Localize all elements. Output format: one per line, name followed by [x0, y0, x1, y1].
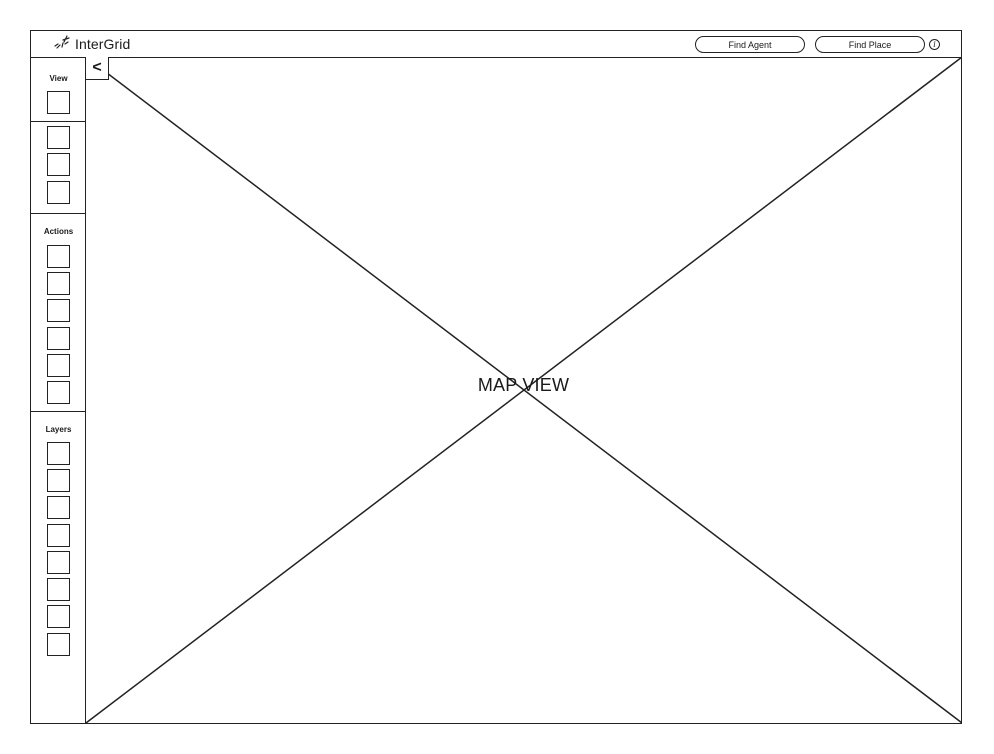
- app-window: InterGrid Find Agent Find Place i View A…: [30, 30, 962, 724]
- layer-button-5[interactable]: [47, 551, 70, 574]
- app-title: InterGrid: [75, 36, 131, 52]
- layer-button-2[interactable]: [47, 469, 70, 492]
- action-button-4[interactable]: [47, 327, 70, 350]
- action-button-6[interactable]: [47, 381, 70, 404]
- view-button-1[interactable]: [47, 91, 70, 114]
- find-place-button[interactable]: Find Place: [815, 36, 925, 53]
- sidebar: View Actions Layers: [31, 57, 86, 723]
- chevron-left-icon[interactable]: <: [86, 57, 109, 80]
- find-agent-button[interactable]: Find Agent: [695, 36, 805, 53]
- layer-button-6[interactable]: [47, 578, 70, 601]
- action-button-1[interactable]: [47, 245, 70, 268]
- section-label-layers: Layers: [45, 425, 72, 434]
- section-label-view: View: [49, 74, 68, 83]
- brand: InterGrid: [53, 34, 130, 54]
- section-divider: [31, 121, 86, 122]
- layer-button-3[interactable]: [47, 496, 70, 519]
- map-view[interactable]: MAP VIEW: [86, 57, 961, 723]
- section-divider: [31, 213, 86, 214]
- tool-button-2[interactable]: [47, 153, 70, 176]
- action-button-5[interactable]: [47, 354, 70, 377]
- action-button-3[interactable]: [47, 299, 70, 322]
- layer-button-7[interactable]: [47, 605, 70, 628]
- section-divider: [31, 411, 86, 412]
- sparkle-logo-icon: [53, 34, 71, 55]
- top-bar: InterGrid Find Agent Find Place i: [31, 31, 961, 58]
- layer-button-1[interactable]: [47, 442, 70, 465]
- action-button-2[interactable]: [47, 272, 70, 295]
- map-placeholder-label: MAP VIEW: [477, 375, 570, 395]
- info-icon[interactable]: i: [929, 39, 940, 50]
- tool-button-1[interactable]: [47, 126, 70, 149]
- layer-button-8[interactable]: [47, 633, 70, 656]
- layer-button-4[interactable]: [47, 524, 70, 547]
- section-label-actions: Actions: [43, 227, 74, 236]
- tool-button-3[interactable]: [47, 181, 70, 204]
